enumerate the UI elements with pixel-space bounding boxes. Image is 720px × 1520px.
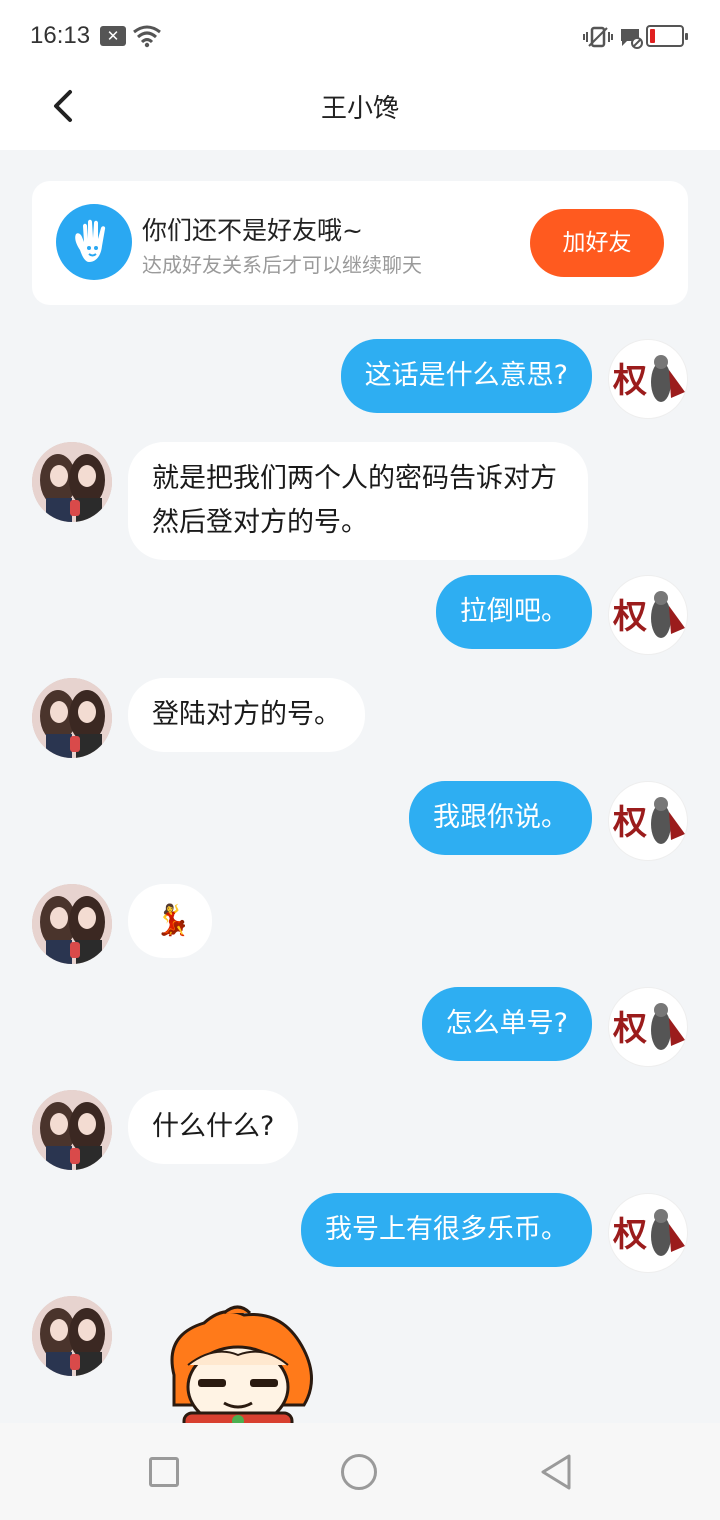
wifi-icon xyxy=(133,25,161,48)
chat-header: 王小馋 xyxy=(0,74,720,150)
home-icon[interactable] xyxy=(341,1454,377,1490)
svg-text:权: 权 xyxy=(612,1009,647,1049)
message-row: 就是把我们两个人的密码告诉对方然后登对方的号。 xyxy=(0,442,720,560)
orange-haired-character-sticker[interactable] xyxy=(154,1305,322,1423)
message-bubble-received[interactable]: 就是把我们两个人的密码告诉对方然后登对方的号。 xyxy=(128,442,588,560)
svg-text:权: 权 xyxy=(612,803,647,843)
vibrate-icon xyxy=(583,26,613,48)
svg-text:权: 权 xyxy=(612,361,647,401)
message-bubble-sent[interactable]: 我跟你说。 xyxy=(409,781,592,855)
message-row: 拉倒吧。 权 xyxy=(0,575,720,655)
message-bubble-received[interactable]: 什么什么? xyxy=(128,1090,299,1164)
page-title: 王小馋 xyxy=(320,94,399,124)
svg-text:权: 权 xyxy=(612,1215,647,1255)
contact-avatar[interactable] xyxy=(32,442,112,522)
my-avatar[interactable]: 权 xyxy=(608,987,688,1067)
contact-avatar[interactable] xyxy=(32,884,112,964)
message-row: 我号上有很多乐币。 权 xyxy=(0,1193,720,1273)
message-row: 这话是什么意思? 权 xyxy=(0,339,720,419)
my-avatar[interactable]: 权 xyxy=(608,339,688,419)
back-icon[interactable] xyxy=(539,1453,573,1491)
my-avatar[interactable]: 权 xyxy=(608,1193,688,1273)
message-bubble-received[interactable]: 登陆对方的号。 xyxy=(128,678,365,752)
my-avatar[interactable]: 权 xyxy=(608,781,688,861)
message-bubble-emoji[interactable]: 💃 xyxy=(128,884,212,958)
status-time: 16:13 xyxy=(30,22,91,49)
message-bubble-sent[interactable]: 我号上有很多乐币。 xyxy=(301,1193,592,1267)
my-avatar[interactable]: 权 xyxy=(608,575,688,655)
svg-text:权: 权 xyxy=(612,597,647,637)
status-bar: 16:13 ✕ xyxy=(0,0,720,74)
message-row xyxy=(0,1296,720,1376)
contact-avatar[interactable] xyxy=(32,1090,112,1170)
not-friend-card: 你们还不是好友哦~ 达成好友关系后才可以继续聊天 加好友 xyxy=(32,181,688,305)
message-row: 什么什么? xyxy=(0,1090,720,1170)
hand-icon xyxy=(56,204,132,280)
recent-apps-icon[interactable] xyxy=(149,1457,179,1487)
x-notification-icon: ✕ xyxy=(100,26,126,46)
message-bubble-sent[interactable]: 这话是什么意思? xyxy=(340,339,592,413)
message-row: 我跟你说。 权 xyxy=(0,781,720,861)
message-bubble-sent[interactable]: 怎么单号? xyxy=(421,987,592,1061)
message-row: 怎么单号? 权 xyxy=(0,987,720,1067)
system-nav-bar xyxy=(0,1423,720,1520)
add-friend-button[interactable]: 加好友 xyxy=(530,209,664,277)
message-row: 💃 xyxy=(0,884,720,964)
message-bubble-sent[interactable]: 拉倒吧。 xyxy=(436,575,592,649)
dancer-emoji: 💃 xyxy=(154,903,192,938)
message-row: 登陆对方的号。 xyxy=(0,678,720,758)
card-title: 你们还不是好友哦~ xyxy=(142,216,363,245)
contact-avatar[interactable] xyxy=(32,1296,112,1376)
battery-low-icon xyxy=(646,25,688,47)
card-subtitle: 达成好友关系后才可以继续聊天 xyxy=(142,253,422,277)
message-blocked-icon xyxy=(621,29,643,49)
contact-avatar[interactable] xyxy=(32,678,112,758)
battery-level xyxy=(650,29,655,43)
